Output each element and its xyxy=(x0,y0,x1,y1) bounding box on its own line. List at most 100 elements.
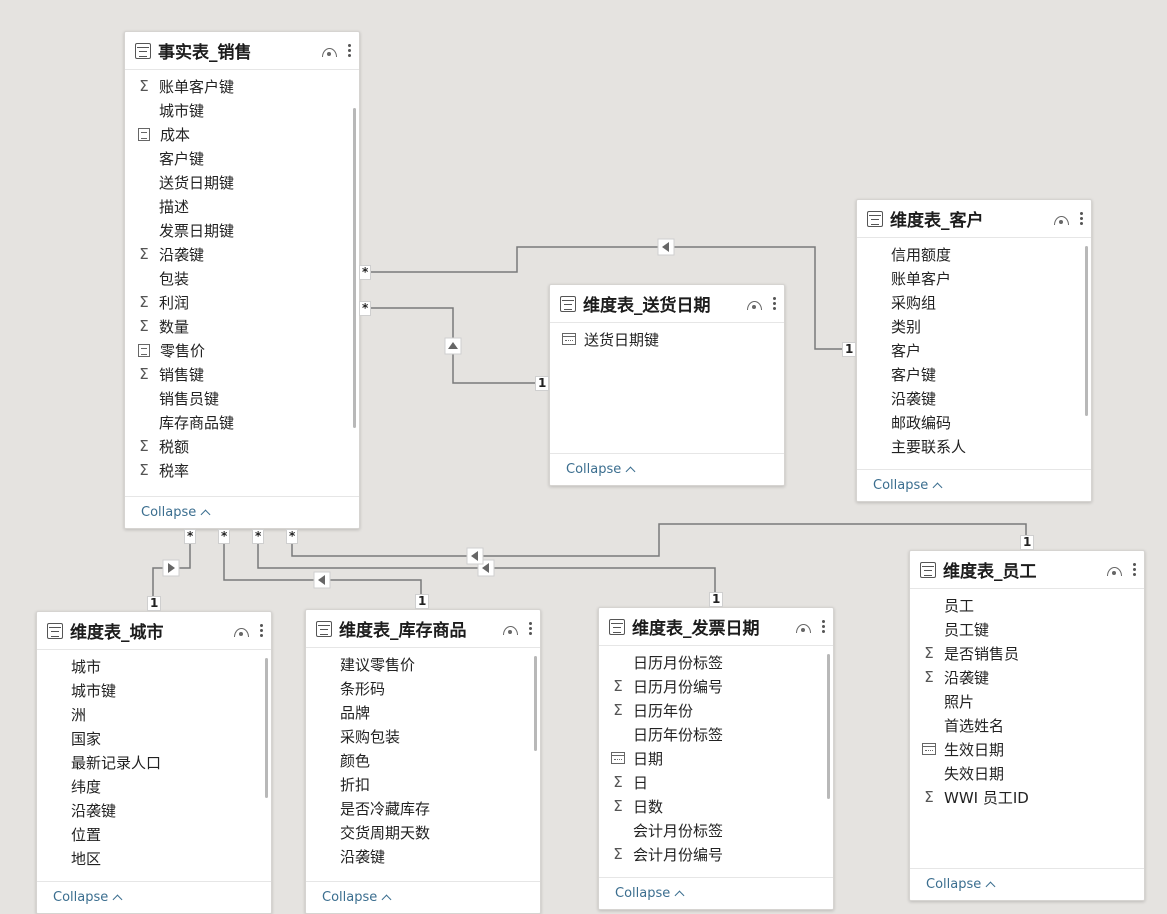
more-options-icon[interactable] xyxy=(347,43,351,58)
field-item[interactable]: 沿袭键 xyxy=(910,665,1144,689)
collapse-button[interactable]: Collapse xyxy=(873,478,943,493)
field-item[interactable]: 员工 xyxy=(910,593,1144,617)
field-item[interactable]: 城市键 xyxy=(37,678,271,702)
field-item[interactable]: 折扣 xyxy=(306,772,540,796)
field-item[interactable]: 成本 xyxy=(125,122,359,146)
table-card-delivery[interactable]: 维度表_送货日期送货日期键 Collapse xyxy=(549,284,785,486)
field-item[interactable]: 账单客户键 xyxy=(125,74,359,98)
field-list[interactable]: 账单客户键城市键成本客户键送货日期键描述发票日期键沿袭键包装利润数量零售价销售键… xyxy=(125,74,359,484)
model-canvas[interactable]: 事实表_销售账单客户键城市键成本客户键送货日期键描述发票日期键沿袭键包装利润数量… xyxy=(0,0,1167,914)
field-item[interactable]: 首选姓名 xyxy=(910,713,1144,737)
table-card-customer[interactable]: 维度表_客户信用额度 账单客户 采购组 类别 客户 客户键 沿袭键 邮政编码 主要联系人 Coll… xyxy=(856,199,1092,502)
field-item[interactable]: 是否冷藏库存 xyxy=(306,796,540,820)
table-card-stock[interactable]: 维度表_库存商品建议零售价 条形码 品牌 采购包装 颜色 折扣 是否冷藏库存 交货周期天数 沿袭… xyxy=(305,609,541,914)
field-item[interactable]: 交货周期天数 xyxy=(306,820,540,844)
table-header[interactable]: 维度表_发票日期 xyxy=(599,608,833,646)
field-list[interactable]: 建议零售价 条形码 品牌 采购包装 颜色 折扣 是否冷藏库存 交货周期天数 沿袭键 xyxy=(306,652,540,874)
field-list[interactable]: 员工员工键是否销售员沿袭键照片首选姓名生效日期失效日期 WWI 员工ID xyxy=(910,593,1144,873)
more-options-icon[interactable] xyxy=(528,621,532,636)
field-item[interactable]: 是否销售员 xyxy=(910,641,1144,665)
field-item[interactable]: 账单客户 xyxy=(857,266,1091,290)
field-item[interactable]: 会计月份标签 xyxy=(599,818,833,842)
field-item[interactable]: 沿袭键 xyxy=(37,798,271,822)
field-item[interactable]: 颜色 xyxy=(306,748,540,772)
collapse-button[interactable]: Collapse xyxy=(141,505,211,520)
field-item[interactable]: 条形码 xyxy=(306,676,540,700)
visibility-eye-icon[interactable] xyxy=(1054,216,1069,225)
field-item[interactable]: 沿袭键 xyxy=(857,386,1091,410)
field-item[interactable]: 邮政编码 xyxy=(857,410,1091,434)
field-item[interactable]: WWI 员工ID xyxy=(910,785,1144,809)
field-item[interactable]: 城市 xyxy=(37,654,271,678)
scrollbar[interactable] xyxy=(1085,246,1088,416)
table-header[interactable]: 事实表_销售 xyxy=(125,32,359,70)
table-header[interactable]: 维度表_库存商品 xyxy=(306,610,540,648)
field-item[interactable]: 生效日期 xyxy=(910,737,1144,761)
field-item[interactable]: 税率 xyxy=(125,458,359,482)
field-item[interactable]: 日期 xyxy=(599,746,833,770)
field-item[interactable]: 零售价 xyxy=(125,338,359,362)
field-list[interactable]: 信用额度 账单客户 采购组 类别 客户 客户键 沿袭键 邮政编码 主要联系人 xyxy=(857,242,1091,462)
scrollbar[interactable] xyxy=(353,108,356,428)
field-item[interactable]: 采购包装 xyxy=(306,724,540,748)
table-card-fact[interactable]: 事实表_销售账单客户键城市键成本客户键送货日期键描述发票日期键沿袭键包装利润数量… xyxy=(124,31,360,529)
visibility-eye-icon[interactable] xyxy=(503,626,518,635)
field-item[interactable]: 销售键 xyxy=(125,362,359,386)
field-item[interactable]: 客户键 xyxy=(857,362,1091,386)
field-item[interactable]: 税额 xyxy=(125,434,359,458)
field-item[interactable]: 销售员键 xyxy=(125,386,359,410)
field-item[interactable]: 城市键 xyxy=(125,98,359,122)
visibility-eye-icon[interactable] xyxy=(796,624,811,633)
collapse-button[interactable]: Collapse xyxy=(926,877,996,892)
collapse-button[interactable]: Collapse xyxy=(53,890,123,905)
field-item[interactable]: 失效日期 xyxy=(910,761,1144,785)
field-item[interactable]: 沿袭键 xyxy=(306,844,540,868)
field-item[interactable]: 送货日期键 xyxy=(550,327,784,351)
table-header[interactable]: 维度表_客户 xyxy=(857,200,1091,238)
more-options-icon[interactable] xyxy=(772,296,776,311)
more-options-icon[interactable] xyxy=(821,619,825,634)
visibility-eye-icon[interactable] xyxy=(234,628,249,637)
field-item[interactable]: 信用额度 xyxy=(857,242,1091,266)
field-list[interactable]: 日历月份标签日历月份编号日历年份日历年份标签日期日日数会计月份标签会计月份编号 xyxy=(599,650,833,872)
field-item[interactable]: 发票日期键 xyxy=(125,218,359,242)
table-header[interactable]: 维度表_城市 xyxy=(37,612,271,650)
scrollbar[interactable] xyxy=(534,656,537,751)
table-card-employee[interactable]: 维度表_员工员工员工键是否销售员沿袭键照片首选姓名生效日期失效日期 WWI 员工I… xyxy=(909,550,1145,901)
field-item[interactable]: 日历月份编号 xyxy=(599,674,833,698)
field-item[interactable]: 地区 xyxy=(37,846,271,870)
more-options-icon[interactable] xyxy=(259,623,263,638)
field-item[interactable]: 利润 xyxy=(125,290,359,314)
table-header[interactable]: 维度表_送货日期 xyxy=(550,285,784,323)
field-item[interactable]: 国家 xyxy=(37,726,271,750)
field-item[interactable]: 类别 xyxy=(857,314,1091,338)
collapse-button[interactable]: Collapse xyxy=(566,462,636,477)
field-item[interactable]: 日 xyxy=(599,770,833,794)
field-item[interactable]: 描述 xyxy=(125,194,359,218)
field-item[interactable]: 照片 xyxy=(910,689,1144,713)
field-list[interactable]: 城市 城市键洲国家 最新记录人口 纬度 沿袭键 位置 地区 xyxy=(37,654,271,876)
scrollbar[interactable] xyxy=(265,658,268,798)
field-item[interactable]: 最新记录人口 xyxy=(37,750,271,774)
more-options-icon[interactable] xyxy=(1132,562,1136,577)
field-item[interactable]: 员工键 xyxy=(910,617,1144,641)
table-card-city[interactable]: 维度表_城市城市 城市键洲国家 最新记录人口 纬度 沿袭键 位置 地区 Collapse xyxy=(36,611,272,914)
field-item[interactable]: 日历年份标签 xyxy=(599,722,833,746)
field-item[interactable]: 纬度 xyxy=(37,774,271,798)
visibility-eye-icon[interactable] xyxy=(1107,567,1122,576)
visibility-eye-icon[interactable] xyxy=(322,48,337,57)
field-item[interactable]: 包装 xyxy=(125,266,359,290)
field-list[interactable]: 送货日期键 xyxy=(550,327,784,447)
field-item[interactable]: 洲 xyxy=(37,702,271,726)
table-header[interactable]: 维度表_员工 xyxy=(910,551,1144,589)
collapse-button[interactable]: Collapse xyxy=(322,890,392,905)
field-item[interactable]: 品牌 xyxy=(306,700,540,724)
visibility-eye-icon[interactable] xyxy=(747,301,762,310)
field-item[interactable]: 位置 xyxy=(37,822,271,846)
field-item[interactable]: 客户键 xyxy=(125,146,359,170)
field-item[interactable]: 日历年份 xyxy=(599,698,833,722)
field-item[interactable]: 采购组 xyxy=(857,290,1091,314)
more-options-icon[interactable] xyxy=(1079,211,1083,226)
field-item[interactable]: 日数 xyxy=(599,794,833,818)
table-card-invoice[interactable]: 维度表_发票日期日历月份标签日历月份编号日历年份日历年份标签日期日日数会计月份标… xyxy=(598,607,834,910)
